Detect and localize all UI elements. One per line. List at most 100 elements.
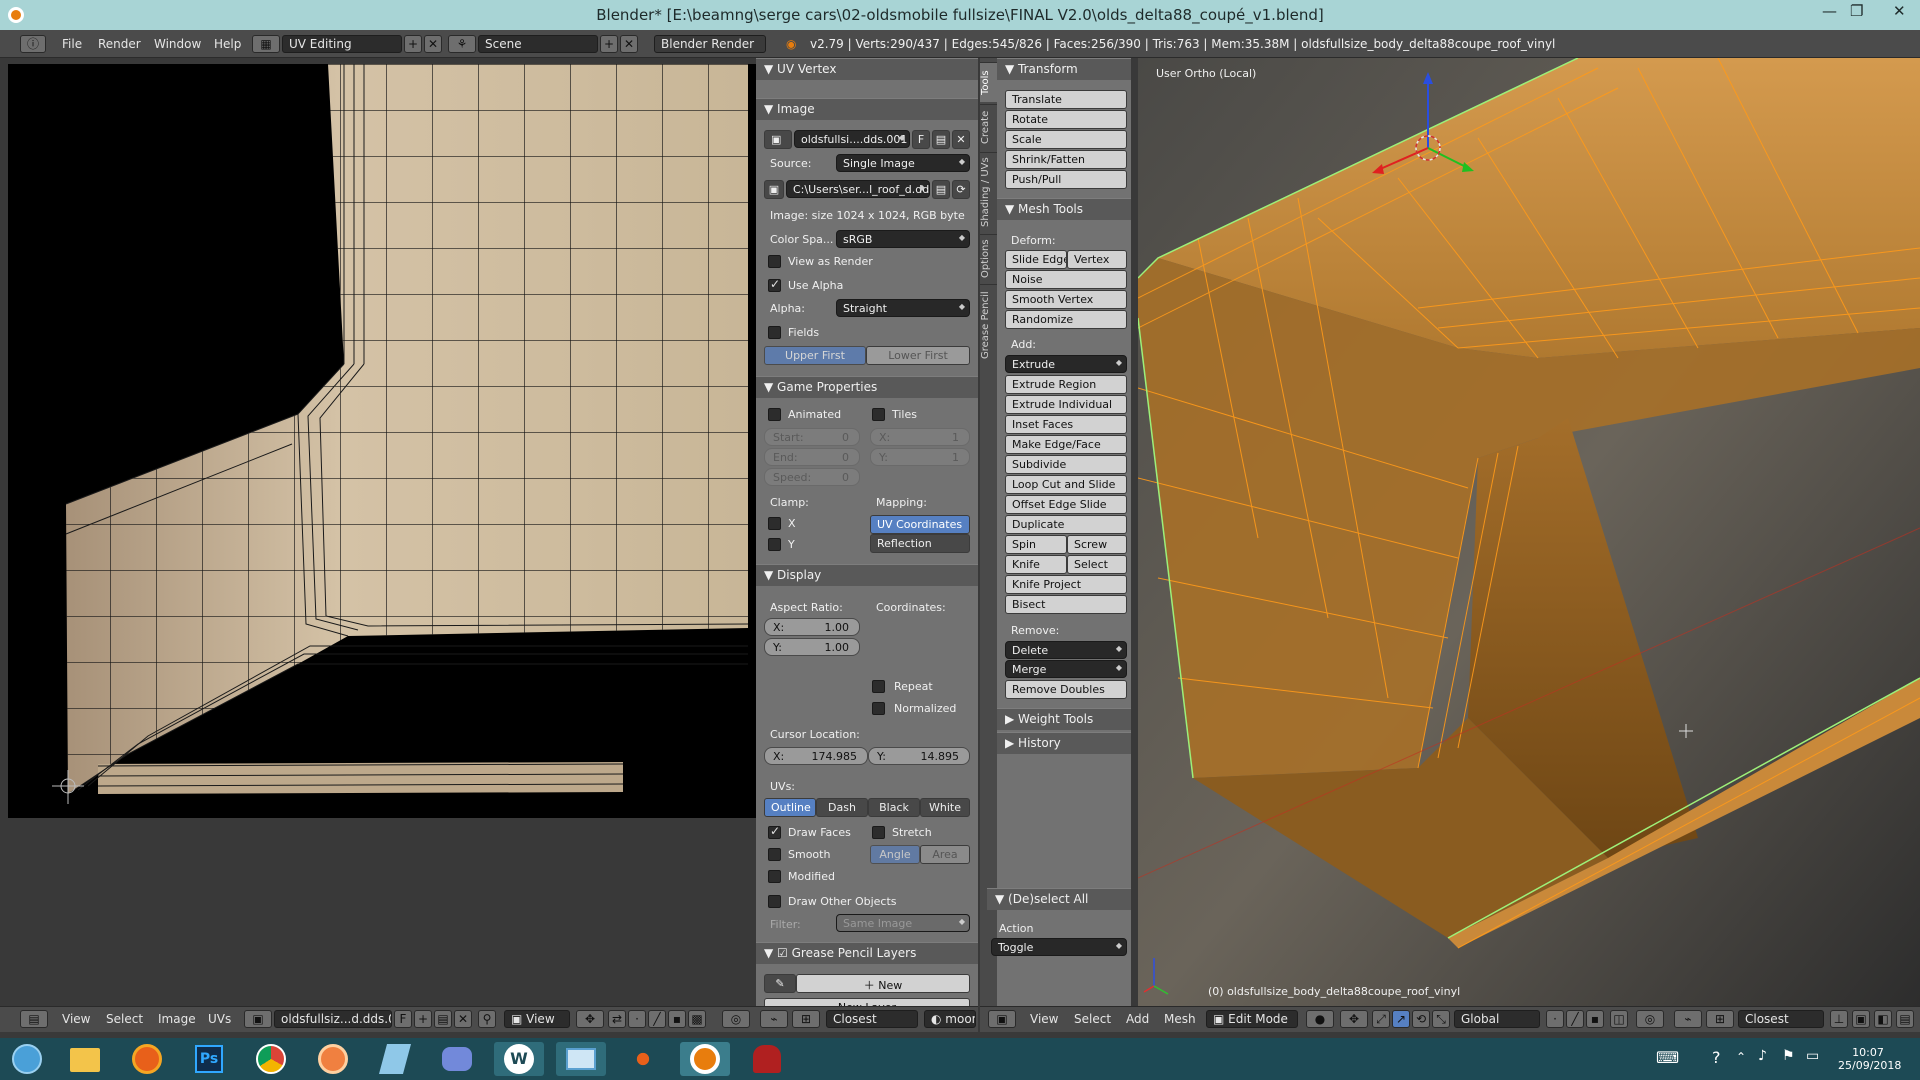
tiles-checkbox[interactable] [872,408,885,421]
scene-icon[interactable]: ⚘ [448,35,476,53]
network-app-icon[interactable] [618,1042,668,1076]
speed-field[interactable]: Speed: 0 [764,468,860,486]
face-select-mode-icon[interactable]: ▪ [1586,1010,1604,1028]
uv-edge-select-icon[interactable]: ╱ [648,1010,666,1028]
extrude-region-button[interactable]: Extrude Region [1005,375,1127,394]
uv-pivot-icon[interactable]: ✥ [576,1010,604,1028]
cursor-y-field[interactable]: Y: 14.895 [868,747,970,765]
uv-open-image-icon[interactable]: ▤ [434,1010,452,1028]
randomize-button[interactable]: Randomize [1005,310,1127,329]
uv-face-select-icon[interactable]: ▪ [668,1010,686,1028]
scene-field[interactable]: Scene [478,35,598,53]
render-engine-dropdown[interactable]: Blender Render [654,35,766,53]
firefox-icon[interactable] [122,1042,172,1076]
orientation-dropdown[interactable]: Global [1454,1010,1540,1028]
lower-first-button[interactable]: Lower First [866,346,970,365]
panel-header-transform[interactable]: ▼ Transform [997,58,1131,80]
make-edge-face-button[interactable]: Make Edge/Face [1005,435,1127,454]
uv-snap-icon[interactable]: ⌁ [760,1010,788,1028]
uv-style-white[interactable]: White [920,798,970,817]
gp-new-button[interactable]: ＋ New [796,974,970,993]
use-alpha-checkbox[interactable] [768,277,781,292]
draw-faces-checkbox[interactable] [768,824,781,839]
uv-style-dash[interactable]: Dash [816,798,868,817]
opengl-render-icon[interactable]: ◧ [1874,1010,1892,1028]
uv-style-outline[interactable]: Outline [764,798,816,817]
knife-button[interactable]: Knife [1005,555,1067,574]
slide-edge-button[interactable]: Slide Edge [1005,250,1067,269]
view3d-menu-add[interactable]: Add [1126,1012,1149,1026]
filepath-field[interactable]: C:\Users\ser...l_roof_d.dds [786,180,930,198]
offset-edge-slide-button[interactable]: Offset Edge Slide [1005,495,1127,514]
action-dropdown[interactable]: Toggle [991,938,1127,956]
rotate-button[interactable]: Rotate [1005,110,1127,129]
uv-style-black[interactable]: Black [868,798,920,817]
stretch-checkbox[interactable] [872,826,885,839]
view3d-editor-type-icon[interactable]: ▣ [988,1010,1016,1028]
game-app-icon[interactable] [742,1042,792,1076]
scale-manipulator-icon[interactable]: ⤡ [1432,1010,1450,1028]
blender-taskbar-icon[interactable] [680,1042,730,1076]
draw-other-objects-checkbox[interactable] [768,895,781,908]
uv-vertex-select-icon[interactable]: · [628,1010,646,1028]
panel-header-image[interactable]: ▼ Image [756,98,978,120]
open-image-icon[interactable]: ▤ [932,130,950,149]
tiles-x-field[interactable]: X: 1 [870,428,970,446]
pivot-icon[interactable]: ✥ [1340,1010,1368,1028]
translate-manipulator-icon[interactable]: ↗ [1392,1010,1410,1028]
noise-button[interactable]: Noise [1005,270,1127,289]
uv-view-dropdown[interactable]: ▣ View [504,1010,570,1028]
modified-checkbox[interactable] [768,870,781,883]
mode-dropdown[interactable]: ▣ Edit Mode [1206,1010,1298,1028]
grease-pencil-icon[interactable]: ✎ [764,974,796,993]
menu-render[interactable]: Render [98,37,141,51]
network-icon[interactable]: ▭ [1806,1048,1819,1064]
vertex-select-mode-icon[interactable]: · [1546,1010,1564,1028]
minimize-icon[interactable]: — [1822,2,1837,20]
image-name-field[interactable]: oldsfullsi....dds.001 [794,130,910,148]
cursor-x-field[interactable]: X: 174.985 [764,747,868,765]
panel-header-grease-pencil[interactable]: ▼ ☑ Grease Pencil Layers [756,942,978,964]
mail-icon[interactable] [556,1042,606,1076]
view3d-menu-mesh[interactable]: Mesh [1164,1012,1196,1026]
menu-file[interactable]: File [62,37,82,51]
upper-first-button[interactable]: Upper First [764,346,866,365]
uv-snap-target-dropdown[interactable]: Closest [826,1010,918,1028]
manipulator-icon[interactable]: ⤢ [1372,1010,1390,1028]
add-layout-icon[interactable]: + [404,35,422,53]
tab-options[interactable]: Options [980,234,997,282]
uv-menu-uvs[interactable]: UVs [208,1012,231,1026]
clamp-y-checkbox[interactable] [768,538,781,551]
source-dropdown[interactable]: Single Image [836,154,970,172]
spin-button[interactable]: Spin [1005,535,1067,554]
occlude-geometry-icon[interactable]: ◫ [1610,1010,1628,1028]
notepad-icon[interactable] [370,1042,420,1076]
start-field[interactable]: Start: 0 [764,428,860,446]
uv-menu-image[interactable]: Image [158,1012,196,1026]
extrude-individual-button[interactable]: Extrude Individual [1005,395,1127,414]
tab-create[interactable]: Create [980,104,997,150]
duplicate-button[interactable]: Duplicate [1005,515,1127,534]
smooth-checkbox[interactable] [768,848,781,861]
end-field[interactable]: End: 0 [764,448,860,466]
merge-dropdown[interactable]: Merge [1005,660,1127,678]
fields-checkbox[interactable] [768,326,781,339]
snap-icon[interactable]: ⌁ [1674,1010,1702,1028]
layout-grid-icon[interactable]: ▦ [252,35,280,53]
image-browse-icon[interactable]: ▣ [764,130,792,149]
view3d-menu-view[interactable]: View [1030,1012,1058,1026]
stretch-area-button[interactable]: Area [920,845,970,864]
snap-target-dropdown[interactable]: Closest [1738,1010,1824,1028]
knife-project-button[interactable]: Knife Project [1005,575,1127,594]
uv-menu-view[interactable]: View [62,1012,90,1026]
bisect-button[interactable]: Bisect [1005,595,1127,614]
delete-dropdown[interactable]: Delete [1005,641,1127,659]
maximize-icon[interactable]: ❐ [1850,2,1863,20]
close-icon[interactable]: ✕ [1893,2,1906,20]
uv-proportional-icon[interactable]: ◎ [722,1010,750,1028]
uv-island-select-icon[interactable]: ▩ [688,1010,706,1028]
reflection-button[interactable]: Reflection [870,534,970,553]
aspect-x-field[interactable]: X: 1.00 [764,618,860,636]
opengl-anim-icon[interactable]: ▤ [1896,1010,1914,1028]
repeat-checkbox[interactable] [872,680,885,693]
